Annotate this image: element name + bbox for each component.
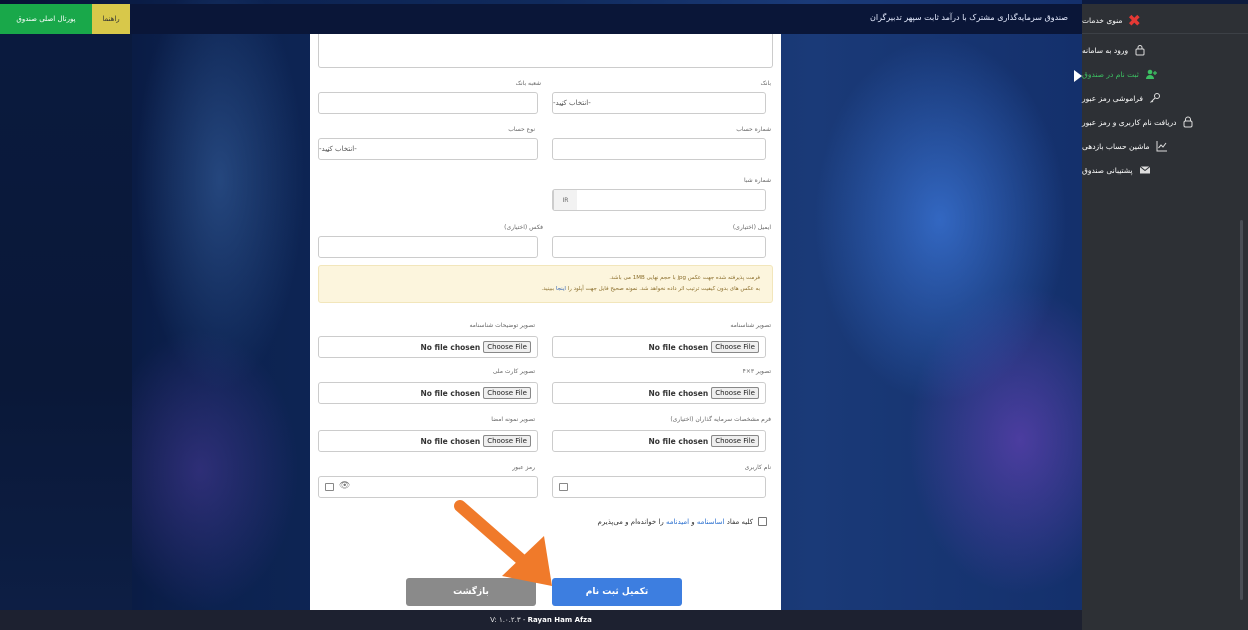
- key-icon: [1149, 92, 1161, 104]
- eye-icon[interactable]: 👁: [339, 481, 350, 491]
- statute-link[interactable]: اساسنامه: [697, 518, 725, 526]
- id-card-icon: [559, 483, 568, 491]
- personal-photo-label: تصویر ۳×۴: [742, 368, 771, 375]
- sidebar-item-forgot-password[interactable]: فراموشی رمز عبور: [1082, 86, 1248, 110]
- terms-agreement: کلیه مفاد اساسنامه و امیدنامه را خوانده‌…: [598, 517, 767, 526]
- add-user-icon: [1145, 68, 1157, 80]
- sidebar-item-get-credentials[interactable]: دریافت نام کاربری و رمز عبور: [1082, 110, 1248, 134]
- sheba-prefix: IR: [553, 190, 577, 210]
- id-desc-label: تصویر توضیحات شناسنامه: [469, 322, 535, 329]
- guide-button[interactable]: راهنما: [92, 4, 130, 34]
- choose-file-button[interactable]: Choose File: [711, 341, 759, 353]
- choose-file-button[interactable]: Choose File: [483, 387, 531, 399]
- email-label: ایمیل (اختیاری): [732, 224, 771, 231]
- app-title: صندوق سرمایه‌گذاری مشترک با درآمد ثابت س…: [870, 13, 1068, 22]
- address-textarea[interactable]: [318, 34, 773, 68]
- id-photo-file[interactable]: No file chosen Choose File: [552, 336, 766, 358]
- sidebar-scrollbar[interactable]: [1240, 220, 1243, 600]
- portal-button[interactable]: پورتال اصلی صندوق: [0, 4, 92, 34]
- sheba-input[interactable]: IR: [552, 189, 766, 211]
- id-card-icon: [325, 483, 334, 491]
- branch-label: شعبه بانک: [515, 80, 541, 87]
- sidebar-item-support[interactable]: پشتیبانی صندوق: [1082, 158, 1248, 182]
- choose-file-button[interactable]: Choose File: [483, 341, 531, 353]
- sidebar-item-register[interactable]: ثبت نام در صندوق: [1082, 62, 1248, 86]
- sidebar-item-calculator[interactable]: ماشین حساب بازدهی: [1082, 134, 1248, 158]
- password-label: رمز عبور: [512, 464, 535, 471]
- username-label: نام کاربری: [744, 464, 771, 471]
- upload-warning: فرمت پذیرفته شده جهت عکس jpg با حجم نهای…: [318, 265, 773, 303]
- account-type-label: نوع حساب: [508, 126, 535, 133]
- id-desc-file[interactable]: No file chosen Choose File: [318, 336, 538, 358]
- left-background-strip: [0, 34, 132, 610]
- investor-form-file[interactable]: No file chosen Choose File: [552, 430, 766, 452]
- sidebar-menu-header[interactable]: ✖ منوی خدمات: [1082, 8, 1248, 34]
- sidebar-item-login[interactable]: ورود به سامانه: [1082, 38, 1248, 62]
- mail-icon: [1139, 164, 1151, 176]
- choose-file-button[interactable]: Choose File: [483, 435, 531, 447]
- chevron-down-icon: ⌄: [325, 146, 331, 154]
- prospectus-link[interactable]: امیدنامه: [666, 518, 689, 526]
- investor-form-label: فرم مشخصات سرمایه گذاران (اختیاری): [670, 416, 771, 423]
- account-type-select[interactable]: -انتخاب کنید- ⌄: [318, 138, 538, 160]
- complete-registration-button[interactable]: تکمیل ثبت نام: [552, 578, 682, 606]
- lock-icon: [1134, 44, 1146, 56]
- signature-label: تصویر نمونه امضا: [491, 416, 535, 423]
- close-icon: ✖: [1127, 11, 1142, 30]
- email-input[interactable]: [552, 236, 766, 258]
- national-card-label: تصویر کارت ملی: [492, 368, 535, 375]
- active-pointer-icon: [1074, 70, 1082, 82]
- password-input[interactable]: 👁: [318, 476, 538, 498]
- choose-file-button[interactable]: Choose File: [711, 435, 759, 447]
- orange-arrow-icon: [454, 500, 552, 586]
- footer: V: ۱.۰.۲.۳ - Rayan Ham Afza: [0, 610, 1082, 630]
- chevron-down-icon: ⌄: [559, 100, 565, 108]
- fax-label: فکس (اختیاری): [504, 224, 543, 231]
- national-card-file[interactable]: No file chosen Choose File: [318, 382, 538, 404]
- terms-checkbox[interactable]: [758, 517, 767, 526]
- personal-photo-file[interactable]: No file chosen Choose File: [552, 382, 766, 404]
- branch-input[interactable]: [318, 92, 538, 114]
- id-photo-label: تصویر شناسنامه: [730, 322, 771, 329]
- bank-label: بانک: [760, 80, 771, 87]
- sidebar: ✖ منوی خدمات ورود به سامانه ثبت نام در ص…: [1082, 4, 1248, 630]
- signature-file[interactable]: No file chosen Choose File: [318, 430, 538, 452]
- fax-input[interactable]: [318, 236, 538, 258]
- username-input[interactable]: [552, 476, 766, 498]
- chart-icon: [1156, 140, 1168, 152]
- account-number-label: شماره حساب: [736, 126, 771, 133]
- choose-file-button[interactable]: Choose File: [711, 387, 759, 399]
- bank-select[interactable]: -انتخاب کنید- ⌄: [552, 92, 766, 114]
- sheba-label: شماره شبا: [744, 177, 771, 184]
- lock-outline-icon: [1182, 116, 1194, 128]
- account-number-input[interactable]: [552, 138, 766, 160]
- sample-link[interactable]: اینجا: [556, 286, 566, 292]
